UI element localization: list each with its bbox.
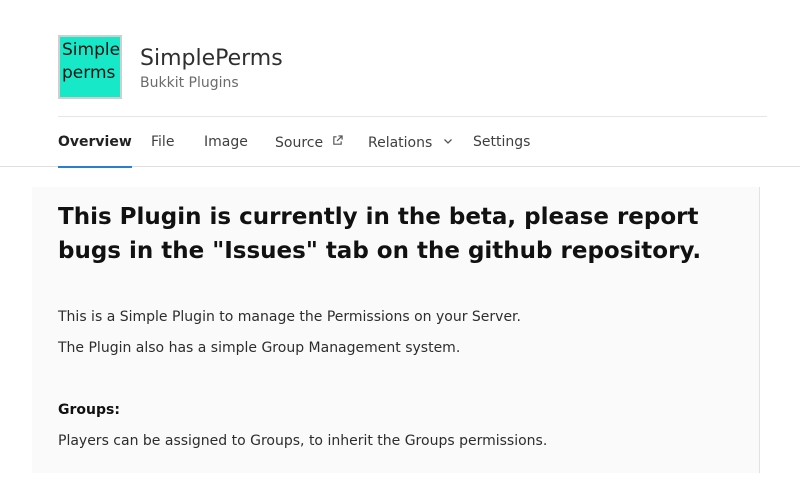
description-paragraph: The Plugin also has a simple Group Manag…	[58, 340, 461, 356]
groups-paragraph: Players can be assigned to Groups, to in…	[58, 433, 548, 449]
tab-label: Source	[275, 135, 324, 151]
tab-source[interactable]: Source	[275, 117, 343, 167]
tab-label: File	[151, 134, 175, 150]
description-paragraph: This is a Simple Plugin to manage the Pe…	[58, 309, 521, 325]
project-header: Simple perms SimplePerms Bukkit Plugins	[58, 35, 767, 117]
logo-line-2: perms	[62, 63, 116, 83]
tab-label: Overview	[58, 134, 132, 150]
logo-line-1: Simple	[62, 40, 121, 60]
project-page: Simple perms SimplePerms Bukkit Plugins …	[0, 0, 800, 500]
title-block: SimplePerms Bukkit Plugins	[140, 35, 283, 91]
tab-image[interactable]: Image	[204, 117, 248, 167]
project-category[interactable]: Bukkit Plugins	[140, 75, 283, 91]
beta-notice-heading: This Plugin is currently in the beta, pl…	[58, 204, 702, 264]
project-logo[interactable]: Simple perms	[58, 35, 122, 99]
project-title: SimplePerms	[140, 46, 283, 71]
groups-heading: Groups:	[58, 402, 120, 418]
tab-settings[interactable]: Settings	[473, 117, 530, 167]
tab-overview[interactable]: Overview	[58, 117, 132, 168]
panel-footer-edge	[32, 473, 450, 500]
tab-relations[interactable]: Relations	[368, 117, 453, 167]
external-link-icon	[332, 117, 343, 167]
tab-bar: Overview File Image Source Relations Set…	[0, 117, 800, 168]
chevron-down-icon	[443, 117, 453, 144]
tab-label: Settings	[473, 134, 531, 150]
tab-label: Image	[204, 134, 248, 150]
tab-label: Relations	[368, 135, 433, 151]
tab-file[interactable]: File	[151, 117, 174, 167]
